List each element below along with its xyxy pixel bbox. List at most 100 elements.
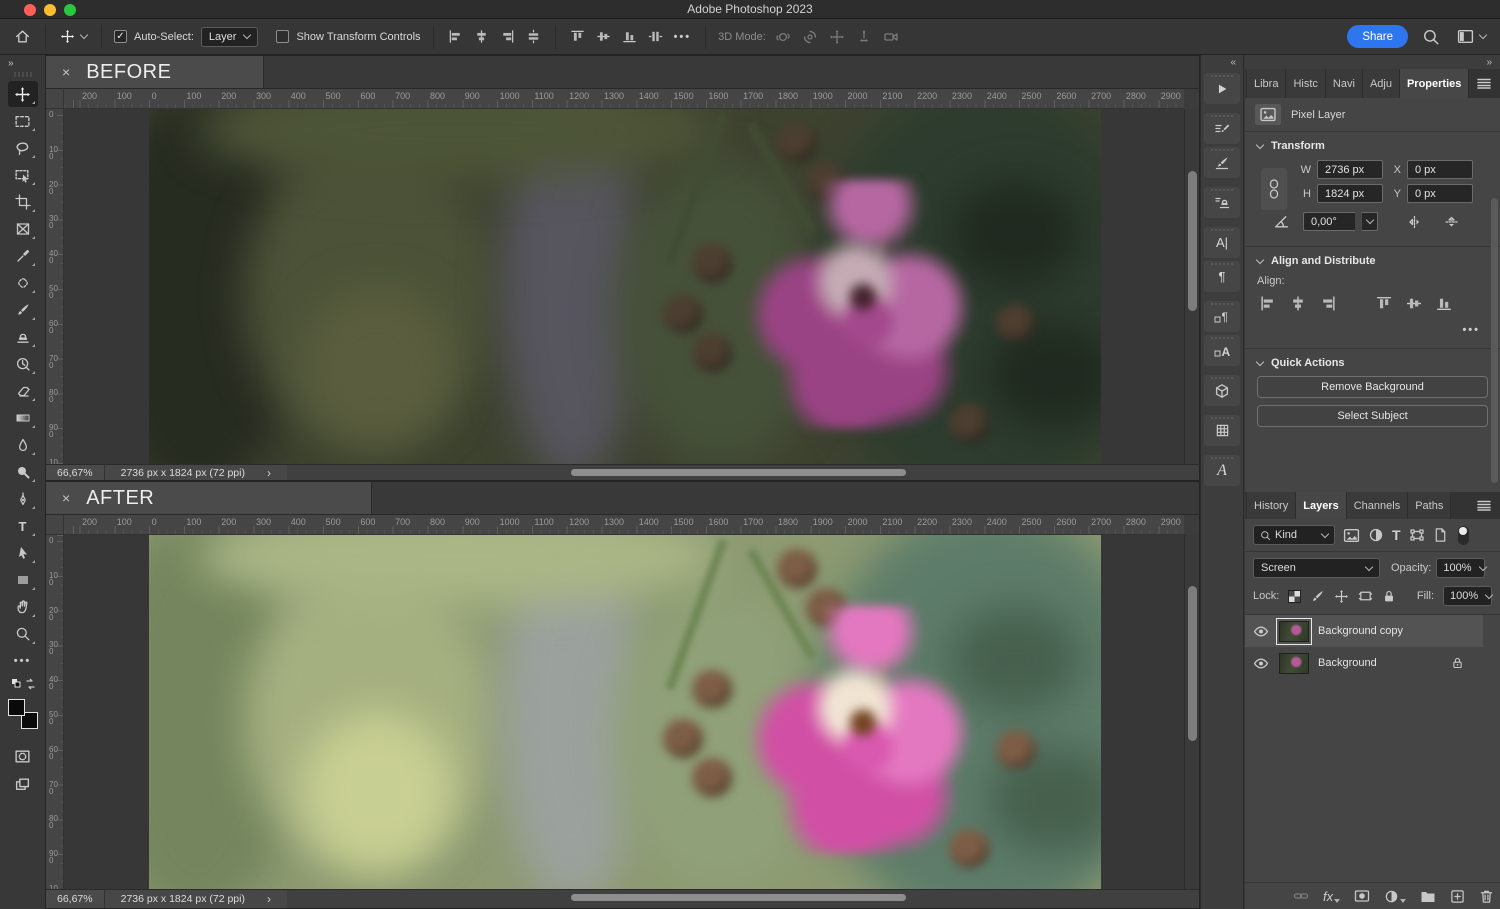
character-panel-icon[interactable]: A|	[1204, 227, 1240, 258]
clone-source-panel-icon[interactable]	[1204, 187, 1240, 218]
filter-type-layers-icon[interactable]: T	[1392, 527, 1401, 543]
align-vertical-centers-icon[interactable]	[1405, 295, 1423, 312]
align-bottom-edges-icon[interactable]	[1435, 295, 1453, 312]
move-tool-preset-icon[interactable]	[58, 27, 89, 46]
lock-transparency-icon[interactable]	[1288, 590, 1301, 603]
healing-brush-tool[interactable]	[8, 270, 38, 296]
glyphs-panel-icon[interactable]: A	[1204, 455, 1240, 486]
layer-visibility-eye-icon[interactable]	[1252, 657, 1270, 670]
show-transform-checkbox[interactable]	[276, 30, 289, 43]
flip-horizontal-button[interactable]	[1406, 214, 1423, 230]
type-tool[interactable]: T	[8, 513, 38, 539]
history-brush-tool[interactable]	[8, 351, 38, 377]
height-field[interactable]: 1824 px	[1317, 184, 1383, 203]
rectangle-shape-tool[interactable]	[8, 567, 38, 593]
filter-kind-dropdown[interactable]: Kind	[1253, 525, 1335, 545]
flip-vertical-button[interactable]	[1443, 214, 1460, 230]
document-dimensions[interactable]: 2736 px x 1824 px (72 ppi) ›	[105, 890, 287, 908]
align-header[interactable]: Align and Distribute	[1257, 255, 1488, 267]
filter-shape-layers-icon[interactable]	[1409, 527, 1425, 543]
distribute-horizontal-centers-icon[interactable]	[646, 27, 665, 46]
document-dimensions[interactable]: 2736 px x 1824 px (72 ppi) ›	[105, 465, 287, 480]
default-swap-colors[interactable]	[8, 675, 38, 693]
align-left-edges-icon[interactable]	[1259, 295, 1277, 312]
tab-histogram[interactable]: Histc	[1286, 69, 1325, 98]
toolbar-grip[interactable]	[14, 72, 32, 77]
share-button[interactable]: Share	[1347, 25, 1408, 48]
after-canvas[interactable]	[64, 535, 1184, 889]
vertical-scrollbar[interactable]	[1184, 109, 1199, 464]
horizontal-scrollbar-thumb[interactable]	[571, 894, 906, 901]
auto-select-dropdown[interactable]: Layer	[201, 27, 259, 47]
path-selection-tool[interactable]	[8, 540, 38, 566]
tab-adjustments[interactable]: Adju	[1363, 69, 1400, 98]
filter-adjustment-layers-icon[interactable]	[1368, 527, 1384, 543]
blend-mode-dropdown[interactable]: Screen	[1253, 558, 1380, 578]
lock-artboard-icon[interactable]	[1358, 589, 1373, 604]
tab-libraries[interactable]: Libra	[1247, 69, 1286, 98]
layer-name[interactable]: Background	[1318, 657, 1377, 669]
minimize-window-button[interactable]	[44, 4, 56, 16]
quick-mask-button[interactable]	[8, 743, 38, 769]
close-tab-icon[interactable]: ×	[62, 65, 70, 79]
layer-row-background-copy[interactable]: Background copy	[1245, 615, 1483, 647]
status-chevron-icon[interactable]: ›	[267, 466, 271, 480]
vertical-scrollbar-thumb[interactable]	[1188, 586, 1197, 741]
3d-roll-icon[interactable]	[800, 27, 820, 47]
3d-camera-icon[interactable]	[881, 27, 902, 47]
panel-menu-icon[interactable]	[1477, 500, 1491, 511]
vertical-ruler[interactable]: 01002003004005006007008009001000	[46, 535, 64, 889]
tab-channels[interactable]: Channels	[1347, 492, 1408, 519]
close-window-button[interactable]	[24, 4, 36, 16]
lock-position-icon[interactable]	[1334, 589, 1349, 604]
eraser-tool[interactable]	[8, 378, 38, 404]
object-selection-tool[interactable]	[8, 162, 38, 188]
align-left-edges-icon[interactable]	[446, 27, 465, 46]
new-adjustment-layer-button[interactable]	[1384, 889, 1406, 904]
paragraph-panel-icon[interactable]: ¶	[1204, 261, 1240, 292]
new-group-button[interactable]	[1420, 890, 1436, 903]
layer-thumbnail[interactable]	[1279, 653, 1309, 674]
quick-actions-header[interactable]: Quick Actions	[1257, 357, 1488, 369]
horizontal-ruler[interactable]: 2001000100200300400500600700800900100011…	[64, 515, 1184, 535]
panel-menu-icon[interactable]	[1477, 78, 1491, 89]
link-layers-button[interactable]	[1293, 890, 1309, 902]
collapse-panels-icon[interactable]: «	[1201, 55, 1243, 70]
horizontal-scrollbar-thumb[interactable]	[571, 469, 906, 476]
fill-dropdown[interactable]: 100%	[1443, 586, 1492, 606]
panel-scrollbar-thumb[interactable]	[1491, 198, 1498, 483]
character-styles-panel-icon[interactable]: A	[1204, 335, 1240, 366]
tab-paths[interactable]: Paths	[1408, 492, 1451, 519]
lock-image-icon[interactable]	[1310, 589, 1325, 604]
after-document-tab[interactable]: × AFTER	[46, 482, 372, 514]
angle-dropdown[interactable]	[1361, 212, 1378, 231]
zoom-level[interactable]: 66,67%	[46, 890, 105, 908]
link-dimensions-button[interactable]	[1261, 168, 1287, 210]
lock-all-icon[interactable]	[1382, 589, 1396, 604]
horizontal-ruler[interactable]: 2001000100200300400500600700800900100011…	[64, 89, 1184, 109]
delete-layer-button[interactable]	[1479, 889, 1494, 904]
pen-tool[interactable]	[8, 486, 38, 512]
tab-navigator[interactable]: Navi	[1326, 69, 1363, 98]
3d-pan-icon[interactable]	[827, 27, 847, 47]
angle-field[interactable]: 0,00°	[1303, 212, 1355, 231]
3d-panel-icon[interactable]	[1204, 375, 1240, 406]
select-subject-button[interactable]: Select Subject	[1257, 405, 1488, 427]
move-tool[interactable]	[8, 81, 38, 107]
workspace-switcher-icon[interactable]	[1454, 26, 1488, 47]
layer-row-background[interactable]: Background	[1245, 647, 1483, 679]
status-chevron-icon[interactable]: ›	[267, 892, 271, 906]
layer-thumbnail[interactable]	[1279, 621, 1309, 642]
align-bottom-edges-icon[interactable]	[620, 27, 639, 46]
distribute-vertical-centers-icon[interactable]	[524, 27, 543, 46]
align-right-edges-icon[interactable]	[1319, 295, 1337, 312]
layer-name[interactable]: Background copy	[1318, 625, 1403, 637]
close-tab-icon[interactable]: ×	[62, 491, 70, 505]
crop-tool[interactable]	[8, 189, 38, 215]
toolbar-expand-icon[interactable]: »	[0, 55, 45, 70]
y-field[interactable]: 0 px	[1407, 184, 1473, 203]
tab-history[interactable]: History	[1247, 492, 1296, 519]
opacity-dropdown[interactable]: 100%	[1436, 558, 1485, 578]
width-field[interactable]: 2736 px	[1317, 160, 1383, 179]
add-layer-mask-button[interactable]	[1354, 889, 1370, 903]
